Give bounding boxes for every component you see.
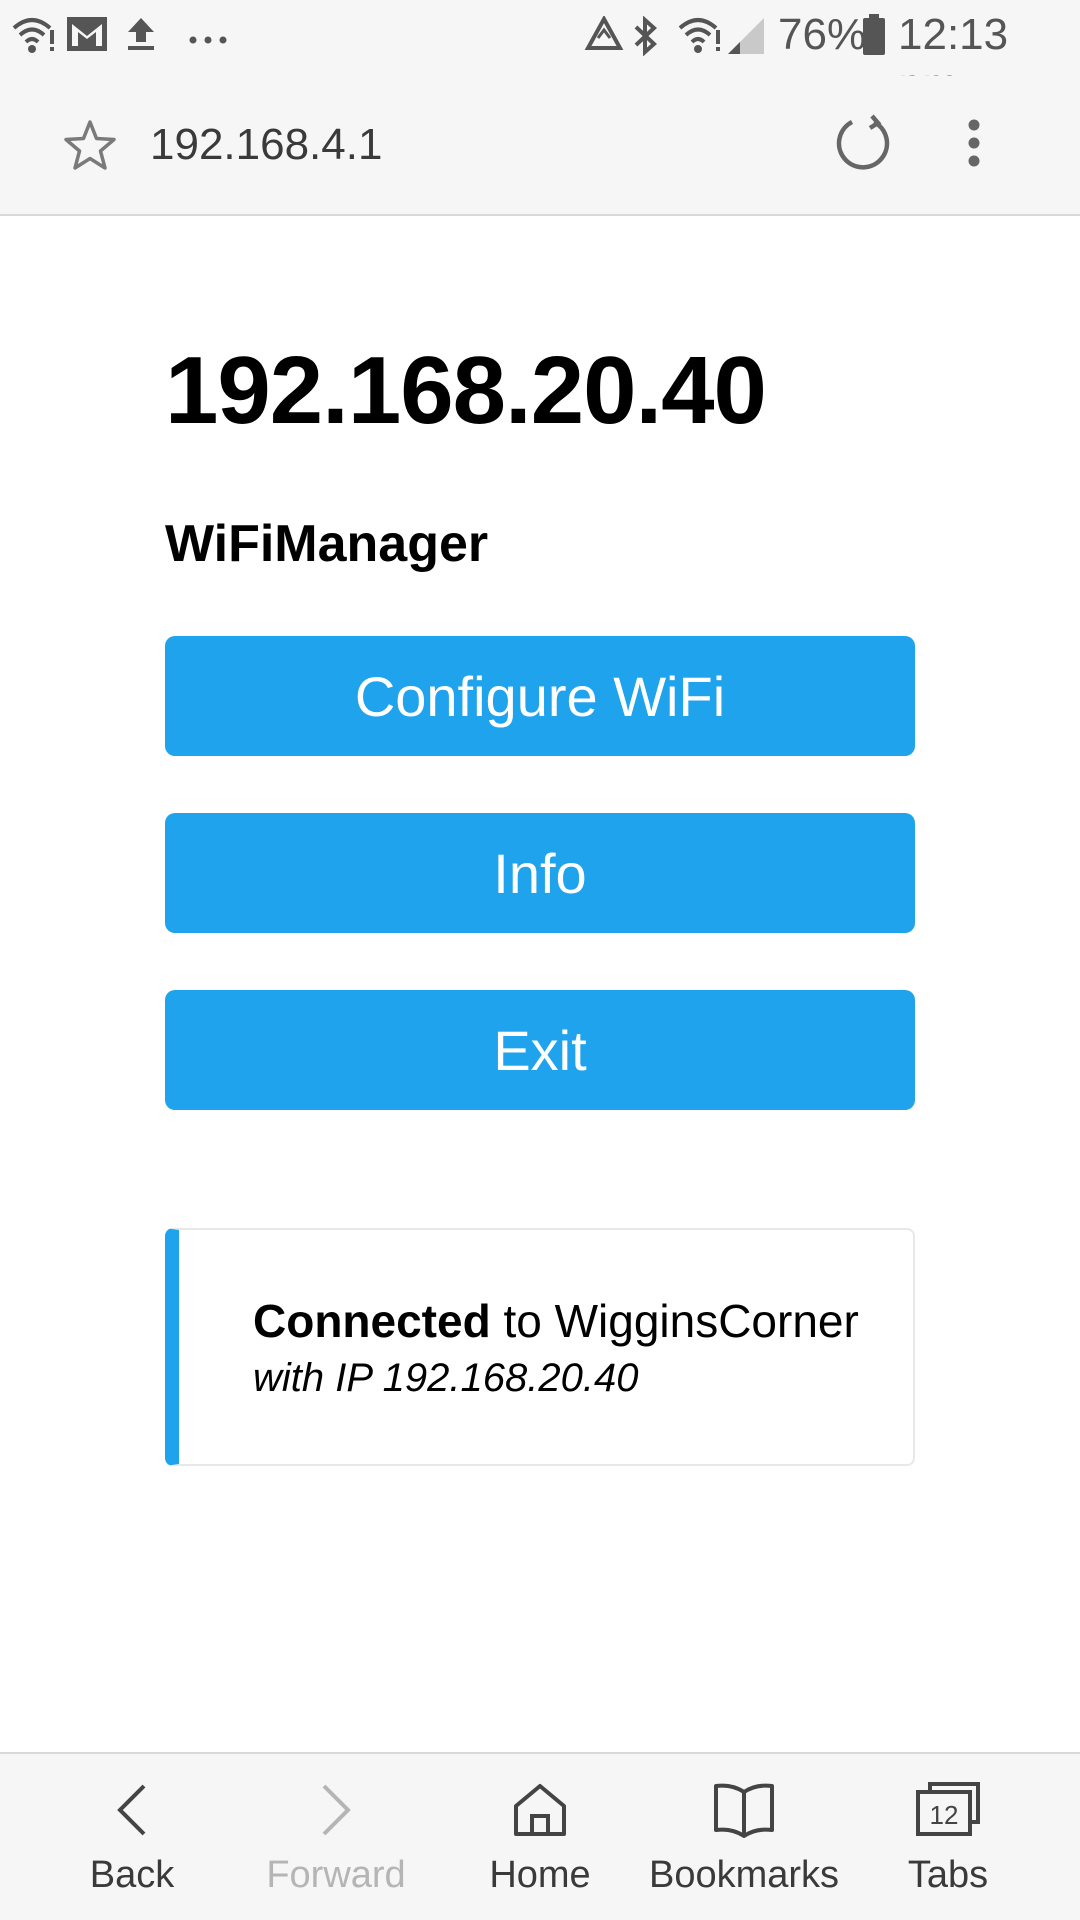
info-button[interactable]: Info: [165, 813, 915, 933]
overflow-menu-icon[interactable]: [962, 118, 986, 173]
tabs-label: Tabs: [907, 1854, 989, 1896]
star-bookmark-icon[interactable]: [62, 118, 118, 179]
connection-status-text: Connected to WigginsCorner: [253, 1294, 859, 1348]
ip-address-heading: 192.168.20.40: [165, 337, 767, 444]
wifi-signal-icon: [678, 16, 722, 61]
bookmarks-book-icon: [714, 1783, 774, 1838]
bottom-navigation: Back Forward Home Bookmarks 12 Tabs: [0, 1752, 1080, 1920]
url-bar: 192.168.4.1: [0, 76, 1080, 216]
connected-label: Connected: [253, 1295, 491, 1347]
home-button[interactable]: Home: [440, 1754, 640, 1920]
network-name-text: to WigginsCorner: [490, 1295, 859, 1347]
home-label: Home: [489, 1854, 591, 1896]
wifi-alert-icon: [12, 16, 56, 61]
back-button[interactable]: Back: [32, 1754, 232, 1920]
status-bar: 76% 12:13 pm: [0, 0, 1080, 109]
chevron-right-icon: [322, 1784, 351, 1836]
bookmarks-button[interactable]: Bookmarks: [644, 1754, 844, 1920]
configure-wifi-button[interactable]: Configure WiFi: [165, 636, 915, 756]
bookmarks-label: Bookmarks: [648, 1854, 840, 1896]
address-field[interactable]: 192.168.4.1: [150, 120, 382, 170]
tabs-button[interactable]: 12 Tabs: [848, 1754, 1048, 1920]
browser-screen: 76% 12:13 pm 192.168.4.1: [0, 0, 1080, 1920]
cell-signal-icon: [726, 16, 766, 61]
chevron-left-icon: [117, 1784, 146, 1836]
tabs-icon: 12: [916, 1782, 980, 1836]
connection-status-box: Connected to WigginsCorner with IP 192.1…: [165, 1228, 915, 1466]
battery-icon: [862, 14, 886, 61]
exit-button[interactable]: Exit: [165, 990, 915, 1110]
tabs-count: 12: [930, 1800, 959, 1830]
forward-button[interactable]: Forward: [236, 1754, 436, 1920]
bluetooth-icon: [632, 15, 660, 61]
back-label: Back: [89, 1854, 175, 1896]
home-icon: [514, 1784, 566, 1836]
ip-line: with IP 192.168.20.40: [253, 1356, 639, 1400]
battery-percent: 76%: [778, 10, 867, 59]
more-notifications-icon: [188, 32, 228, 50]
data-saver-icon: [584, 14, 624, 59]
forward-label: Forward: [266, 1854, 406, 1896]
upload-icon: [126, 16, 156, 57]
refresh-icon[interactable]: [834, 114, 892, 177]
app-title: WiFiManager: [165, 515, 489, 573]
gmail-icon: [66, 16, 108, 57]
